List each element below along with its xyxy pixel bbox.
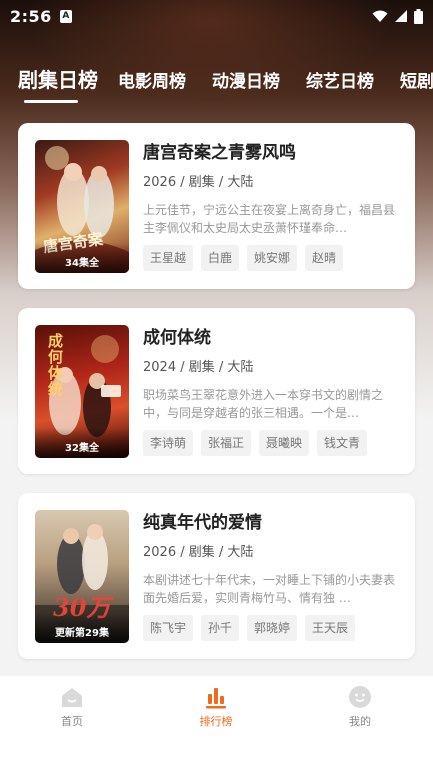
cast-tag[interactable]: 姚安娜: [247, 245, 298, 271]
poster-title: 成何体统: [46, 333, 64, 397]
cast-tags: 李诗萌 张福正 聂曦映 钱文青: [143, 430, 399, 456]
ranking-icon: [206, 688, 226, 709]
signal-icon: [395, 10, 407, 22]
ranking-tabs: 剧集日榜 电影周榜 动漫日榜 综艺日榜 短剧: [0, 62, 433, 106]
cast-tag[interactable]: 聂曦映: [259, 430, 310, 456]
tab-drama-daily[interactable]: 剧集日榜: [18, 62, 98, 93]
tab-movie-weekly[interactable]: 电影周榜: [118, 62, 186, 92]
cast-tag[interactable]: 王天辰: [305, 615, 356, 641]
cast-tags: 陈飞宇 孙千 郭晓婷 王天辰: [143, 615, 399, 641]
nav-profile[interactable]: 我的: [288, 676, 432, 769]
episode-badge: 34集全: [35, 243, 129, 273]
ranking-card[interactable]: 成何体统 32集全 成何体统 2024 / 剧集 / 大陆 职场菜鸟王翠花意外进…: [18, 308, 415, 474]
cast-tag[interactable]: 钱文青: [317, 430, 368, 456]
cast-tag[interactable]: 李诗萌: [143, 430, 194, 456]
poster-image[interactable]: 成何体统 32集全: [35, 325, 129, 458]
show-meta: 2024 / 剧集 / 大陆: [143, 360, 254, 375]
cast-tag[interactable]: 白鹿: [201, 245, 240, 271]
ranking-card[interactable]: 唐宫奇案 34集全 唐宫奇案之青雾风鸣 2026 / 剧集 / 大陆 上元佳节，…: [18, 123, 415, 289]
battery-icon: [414, 8, 423, 24]
cast-tag[interactable]: 张福正: [201, 430, 252, 456]
cast-tags: 王星越 白鹿 姚安娜 赵晴: [143, 245, 399, 271]
cast-tag[interactable]: 赵晴: [305, 245, 344, 271]
ranking-card[interactable]: 30万 更新第29集 纯真年代的爱情 2026 / 剧集 / 大陆 本剧讲述七十…: [18, 493, 415, 659]
status-bar: 2:56 A: [0, 0, 433, 32]
show-description: 上元佳节，宁远公主在夜宴上离奇身亡，福昌县主李佩仪和太史局太史丞萧怀瑾奉命…: [143, 203, 396, 235]
show-meta: 2026 / 剧集 / 大陆: [143, 545, 254, 560]
show-title[interactable]: 纯真年代的爱情: [143, 511, 399, 535]
show-title[interactable]: 成何体统: [143, 326, 399, 350]
show-title[interactable]: 唐宫奇案之青雾风鸣: [143, 141, 399, 165]
active-tab-indicator: [24, 100, 78, 103]
poster-image[interactable]: 30万 更新第29集: [35, 510, 129, 643]
cast-tag[interactable]: 陈飞宇: [143, 615, 194, 641]
profile-icon: [349, 686, 371, 708]
nav-ranking-label: 排行榜: [199, 715, 233, 728]
tab-variety-daily[interactable]: 综艺日榜: [306, 62, 374, 92]
poster-image[interactable]: 唐宫奇案 34集全: [35, 140, 129, 273]
home-icon: [62, 688, 82, 707]
show-meta: 2026 / 剧集 / 大陆: [143, 175, 254, 190]
cast-tag[interactable]: 王星越: [143, 245, 194, 271]
show-description: 本剧讲述七十年代末，一对睡上下铺的小夫妻表面先婚后爱，实则青梅竹马、情有独 …: [143, 573, 396, 605]
episode-badge: 更新第29集: [35, 613, 129, 643]
show-description: 职场菜鸟王翠花意外进入一本穿书文的剧情之中，与同是穿越者的张三相遇。一个是…: [143, 388, 384, 420]
notification-icon: A: [59, 9, 72, 23]
tab-short-drama[interactable]: 短剧: [400, 62, 433, 92]
status-icons: [372, 8, 423, 24]
cast-tag[interactable]: 郭晓婷: [247, 615, 298, 641]
nav-ranking[interactable]: 排行榜: [144, 676, 288, 769]
bottom-nav: 首页 排行榜 我的: [0, 676, 433, 769]
cast-tag[interactable]: 孙千: [201, 615, 240, 641]
wifi-icon: [372, 10, 388, 22]
status-time: 2:56: [10, 6, 52, 26]
episode-badge: 32集全: [35, 428, 129, 458]
nav-home[interactable]: 首页: [0, 676, 144, 769]
nav-home-label: 首页: [61, 715, 83, 728]
tab-anime-daily[interactable]: 动漫日榜: [212, 62, 280, 92]
nav-profile-label: 我的: [349, 715, 371, 728]
